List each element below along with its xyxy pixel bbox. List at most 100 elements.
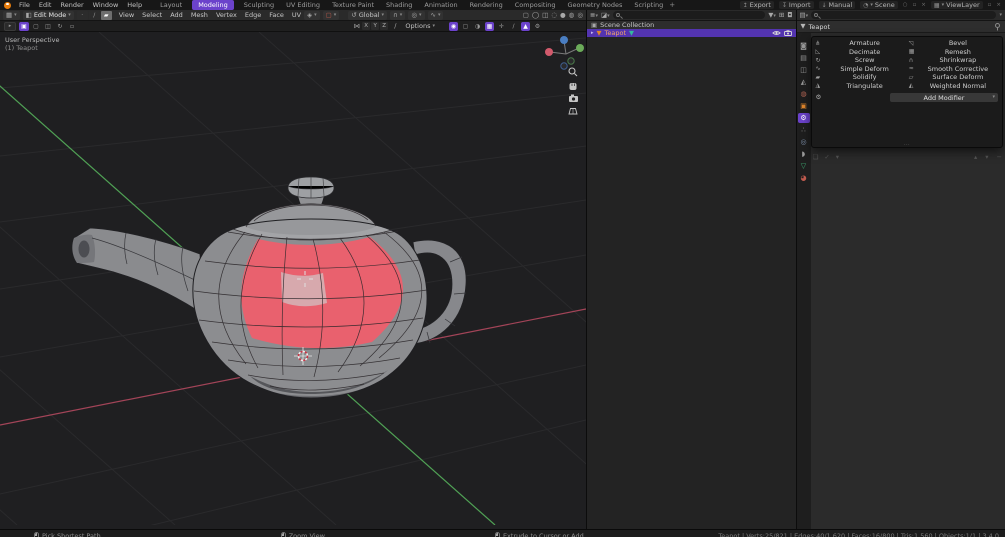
modifier-menu-item[interactable]: ⋔ Armature — [814, 39, 907, 48]
workspace-tab[interactable]: Compositing — [513, 0, 558, 10]
copy-icon[interactable]: ❏ — [813, 153, 819, 161]
move-up-icon[interactable]: ▴ — [974, 153, 977, 161]
properties-tab[interactable]: ▣ — [798, 101, 810, 111]
mirror-axis-button[interactable]: Z — [380, 22, 389, 30]
apply-icon[interactable]: ✓ — [824, 153, 829, 161]
vertex-select-button[interactable]: · — [76, 10, 88, 20]
pan-hand-icon[interactable] — [569, 83, 577, 90]
menu-item[interactable]: Edit — [39, 1, 52, 9]
visibility-eye-icon[interactable] — [771, 30, 781, 36]
modifier-menu-item[interactable]: ▦ Remesh — [907, 48, 1000, 57]
outliner-row-scene-collection[interactable]: ▣ Scene Collection — [587, 21, 796, 29]
close-icon[interactable]: × — [996, 2, 1001, 8]
outliner-filter-mode[interactable]: ◪▾ — [601, 11, 610, 19]
viewport-toggle-icon[interactable]: ◑ — [473, 22, 482, 31]
viewport-toggle-icon[interactable]: ▢ — [461, 22, 470, 31]
properties-tab[interactable]: ◎ — [798, 137, 810, 147]
properties-tab[interactable]: ◗ — [798, 149, 810, 159]
annotate-icon[interactable]: ∕ — [394, 23, 396, 30]
snap-target-selector[interactable]: ▢ ▾ — [322, 10, 340, 20]
properties-tab[interactable]: ◍ — [798, 89, 810, 99]
shading-toggle-icon[interactable]: ◍ — [569, 12, 575, 19]
workspace-tab[interactable]: Rendering — [468, 0, 505, 10]
outliner-display-mode[interactable]: ≣▾ — [590, 11, 598, 19]
shading-toggle-icon[interactable]: ◎ — [577, 12, 583, 19]
outliner-search-input[interactable] — [612, 11, 766, 19]
workspace-tab[interactable]: Modeling — [192, 0, 234, 10]
properties-tab[interactable]: ⚙ — [797, 113, 810, 123]
camera-view-icon[interactable] — [569, 94, 578, 103]
mirror-axis-button[interactable]: X — [362, 22, 371, 30]
modifier-menu-item[interactable]: ◺ Decimate — [814, 48, 907, 57]
expand-icon[interactable]: ▸ — [591, 30, 594, 36]
viewlayer-selector[interactable]: ▦ ▾ ViewLayer — [930, 1, 983, 9]
toolbar-toggle-button[interactable]: ▸ — [4, 21, 16, 31]
viewport-toggle-icon[interactable]: ▦ — [485, 21, 494, 31]
shading-toggle-icon[interactable]: ◌ — [551, 12, 557, 19]
options-dropdown[interactable]: Options ▾ — [402, 22, 438, 31]
modifier-menu-item[interactable]: ≈ Smooth Corrective — [907, 65, 1000, 74]
viewport-toggle-icon[interactable]: ▲ — [521, 21, 530, 31]
shading-toggle-icon[interactable]: ◫ — [542, 12, 548, 19]
modifier-menu-item[interactable]: ◭ Weighted Normal — [907, 82, 1000, 91]
render-visibility-camera-icon[interactable] — [783, 30, 792, 36]
select-tool-mode-button[interactable]: ↻ — [55, 22, 65, 31]
modifier-menu-item[interactable]: ▱ Surface Deform — [907, 73, 1000, 82]
add-workspace-button[interactable]: + — [669, 1, 675, 9]
viewport-menu-item[interactable]: Select — [142, 11, 162, 19]
snapping-toggle[interactable]: ∩ ▾ — [390, 10, 406, 20]
scene-selector[interactable]: ◔ ▾ Scene — [860, 1, 898, 9]
pivot-point-selector[interactable]: ◈ ▾ — [304, 10, 320, 20]
shading-toggle-icon[interactable]: ● — [560, 12, 566, 19]
viewport-menu-item[interactable]: Add — [170, 11, 183, 19]
editor-type-button[interactable]: ▦ ▾ — [3, 10, 20, 20]
properties-tab[interactable]: ▽ — [798, 161, 810, 171]
select-tool-mode-button[interactable]: ◫ — [43, 22, 53, 31]
modifier-menu-item[interactable]: ∿ Simple Deform — [814, 65, 907, 74]
select-tool-mode-button[interactable]: ▣ — [19, 21, 29, 31]
viewport-toggle-icon[interactable]: ∕ — [509, 22, 518, 31]
modifier-menu-item[interactable]: ◹ Bevel — [907, 39, 1000, 48]
viewport-menu-item[interactable]: Edge — [245, 11, 261, 19]
viewport-toggle-icon[interactable]: ◉ — [449, 21, 458, 31]
viewport-toggle-icon[interactable]: ✛ — [497, 22, 506, 31]
viewport-menu-item[interactable]: Mesh — [191, 11, 208, 19]
properties-tab[interactable]: ∴ — [798, 125, 810, 135]
transform-orientation-selector[interactable]: ↺ Global ▾ — [348, 10, 388, 20]
properties-tab[interactable]: ▤ — [798, 53, 810, 63]
viewport-canvas[interactable]: User Perspective (1) Teapot — [0, 32, 586, 529]
viewport-menu-item[interactable]: Vertex — [216, 11, 237, 19]
pin-icon[interactable] — [994, 22, 1001, 31]
modifier-menu-item[interactable]: ▰ Solidify — [814, 73, 907, 82]
modifier-menu-item[interactable]: ◮ Triangulate — [814, 82, 907, 91]
zoom-icon[interactable] — [568, 67, 578, 77]
copy-icon[interactable]: ▫ — [988, 2, 992, 8]
modifier-menu-item[interactable]: ↻ Screw — [814, 56, 907, 65]
viewport-menu-item[interactable]: UV — [292, 11, 301, 19]
outliner-empty-area[interactable] — [587, 37, 796, 529]
modifier-menu-item[interactable]: ∩ Shrinkwrap — [907, 56, 1000, 65]
workspace-tab[interactable]: Shading — [384, 0, 414, 10]
filter-icon[interactable]: ▼▾ — [768, 11, 776, 19]
properties-editor-icon[interactable]: ▤▾ — [800, 11, 809, 19]
import-button[interactable]: ↧ Import — [778, 1, 814, 9]
add-modifier-button[interactable]: Add Modifier ▾ — [890, 93, 998, 102]
menu-item[interactable]: Help — [127, 1, 142, 9]
shading-toggle-icon[interactable]: ◯ — [532, 12, 539, 19]
viewport-menu-item[interactable]: Face — [269, 11, 284, 19]
new-collection-icon[interactable]: ⊞ — [779, 12, 784, 19]
select-tool-mode-button[interactable]: ▫ — [67, 22, 77, 31]
viewport-toggle-icon[interactable]: ⚙ — [533, 22, 542, 31]
sync-icon[interactable]: ◘ — [787, 12, 792, 19]
mode-selector[interactable]: ◧ Edit Mode ▾ — [22, 10, 74, 20]
menu-item[interactable]: Render — [60, 1, 83, 9]
workspace-tab[interactable]: Geometry Nodes — [566, 0, 625, 10]
edge-select-button[interactable]: ∕ — [88, 10, 100, 20]
manual-button[interactable]: ↓ Manual — [818, 1, 856, 9]
properties-tab[interactable]: ◕ — [798, 173, 810, 183]
unlink-icon[interactable]: × — [921, 2, 926, 8]
menu-item[interactable]: File — [19, 1, 30, 9]
workspace-tab[interactable]: Layout — [158, 0, 184, 10]
properties-search-input[interactable] — [811, 11, 997, 19]
blender-logo-icon[interactable] — [4, 1, 11, 9]
